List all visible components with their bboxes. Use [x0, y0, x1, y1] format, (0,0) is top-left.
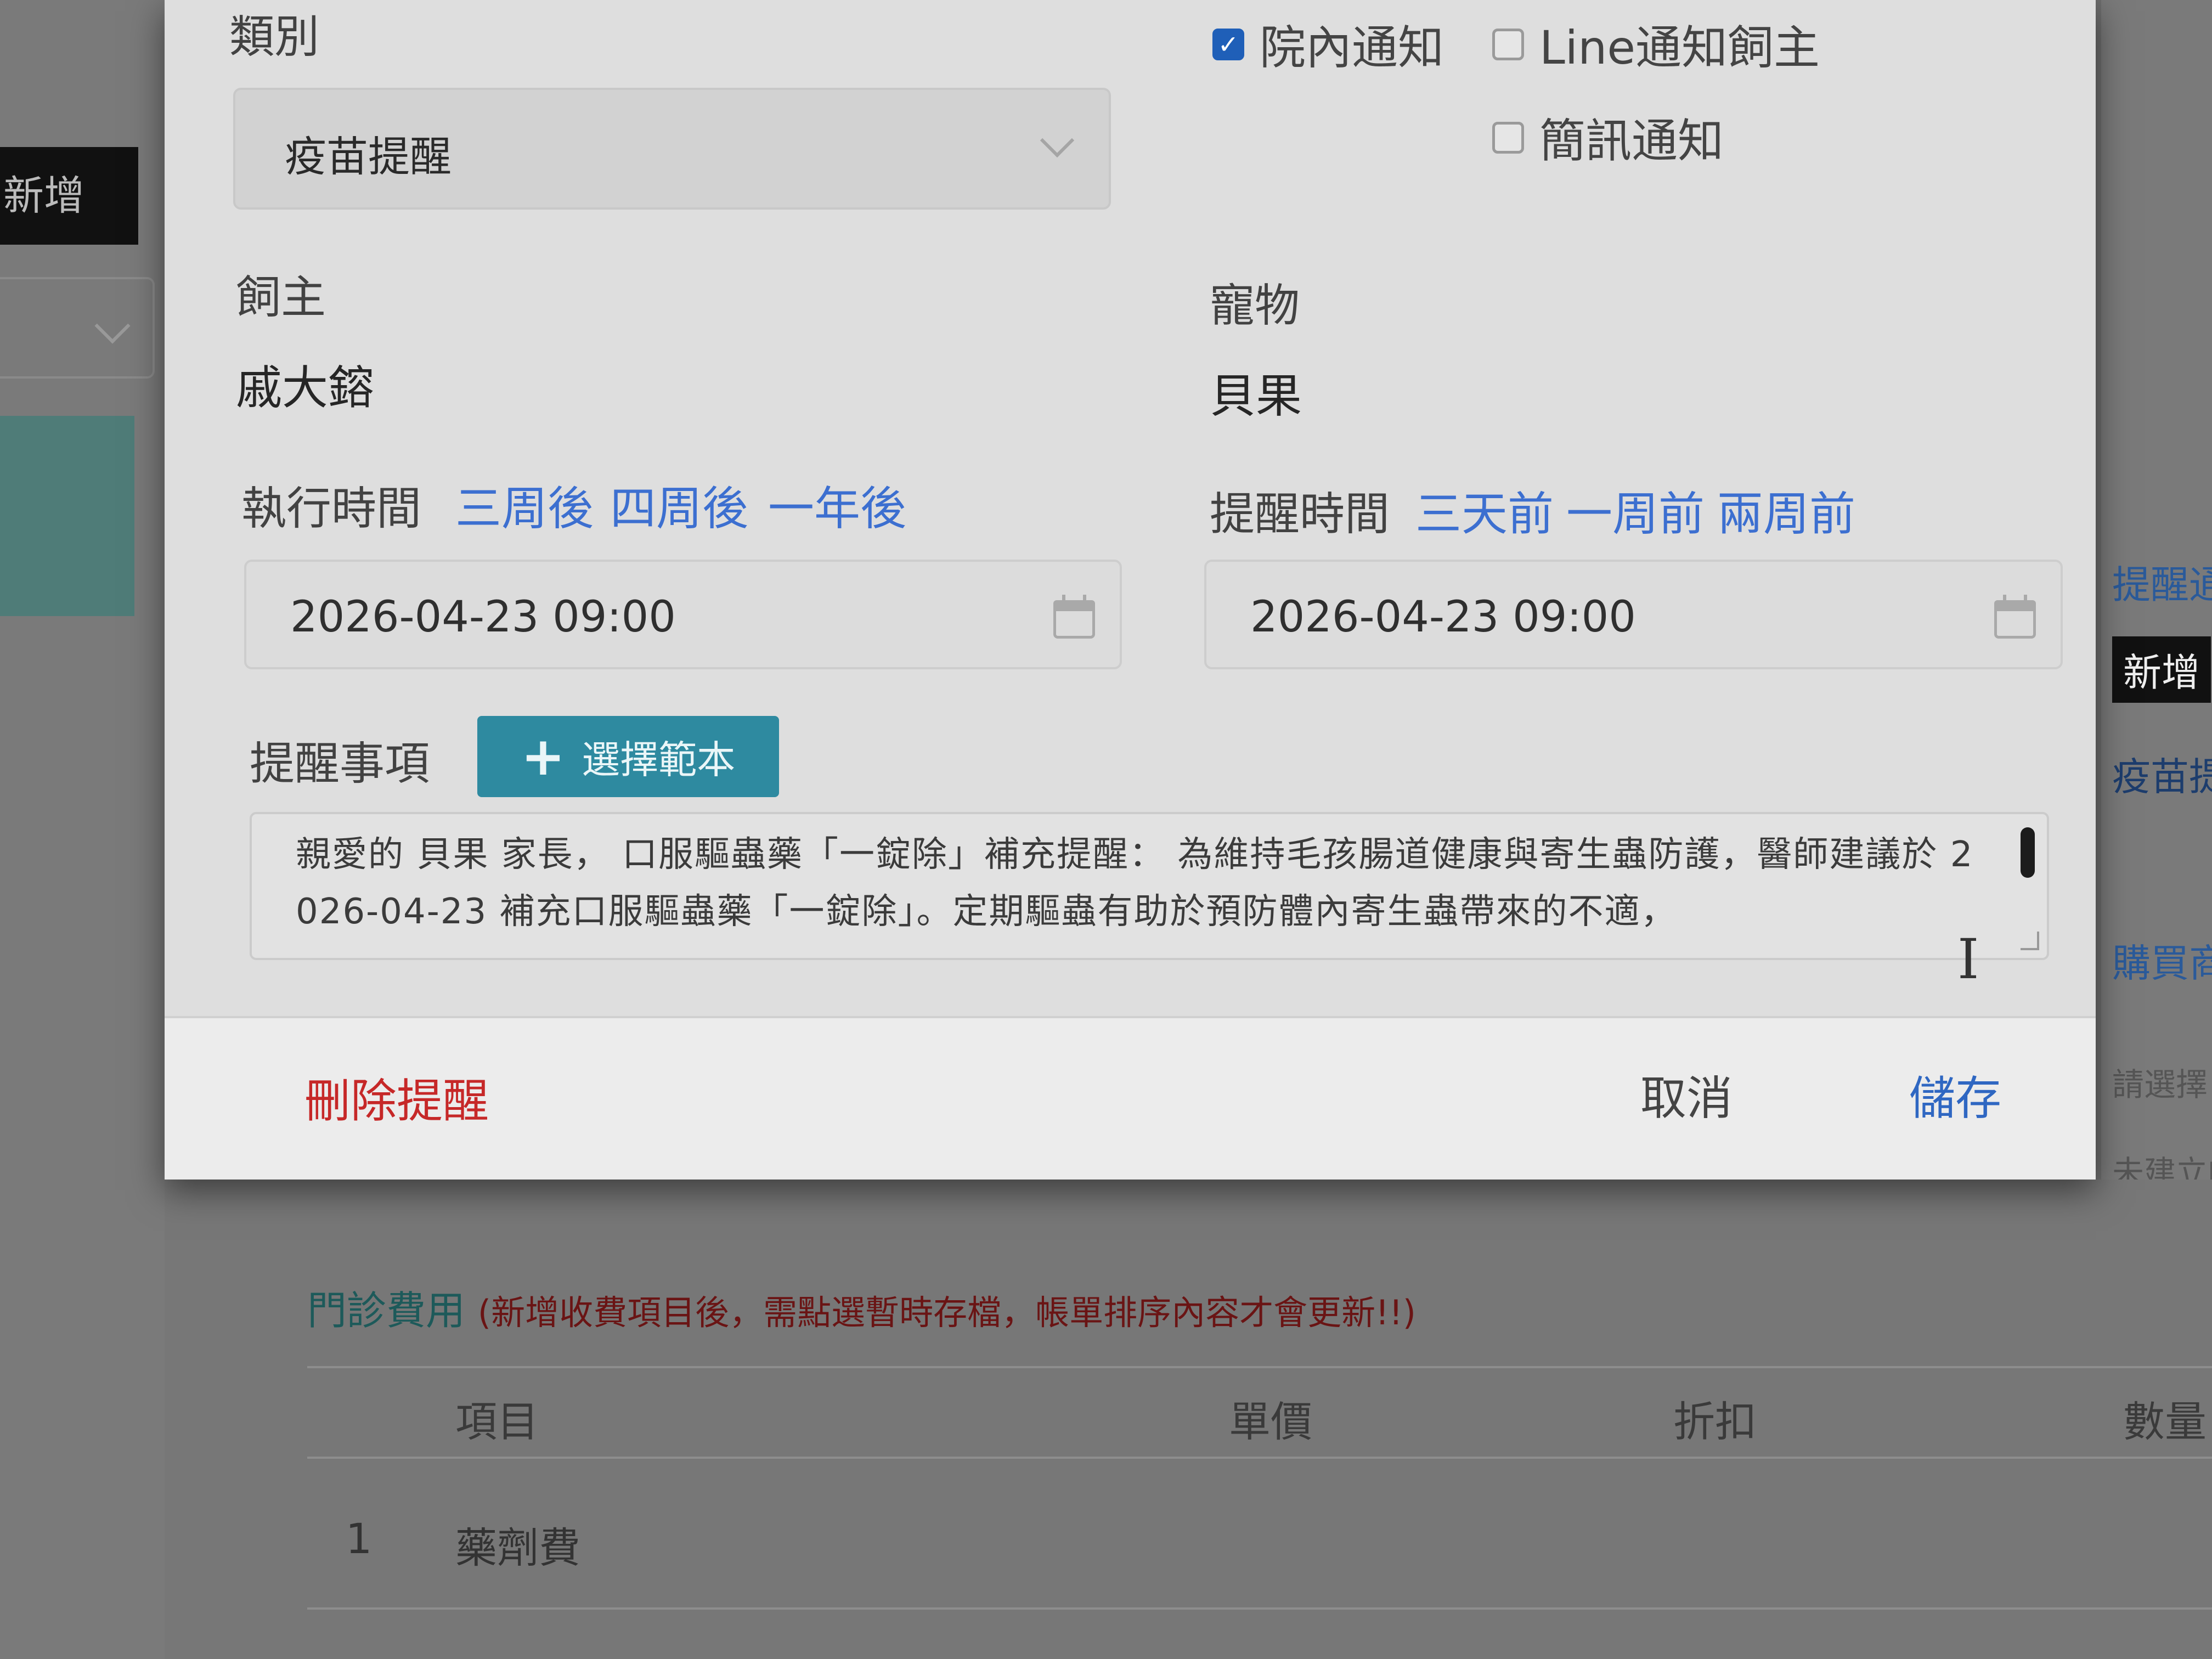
- exec-time-label: 執行時間: [241, 483, 422, 535]
- exec-datetime-input[interactable]: 2026-04-23 09:00: [244, 560, 1122, 669]
- chevron-down-icon: [94, 308, 131, 344]
- table-row-item: 藥劑費: [455, 1523, 580, 1572]
- exec-datetime-value: 2026-04-23 09:00: [290, 592, 676, 642]
- category-select-value: 疫苗提醒: [285, 132, 452, 181]
- text-cursor-icon: I: [1957, 927, 1979, 991]
- remind-quick-2weeks[interactable]: 兩周前: [1717, 477, 1855, 544]
- remind-time-label: 提醒時間: [1210, 488, 1390, 540]
- resize-grip-icon[interactable]: [2021, 932, 2039, 950]
- table-divider: [307, 1607, 2212, 1610]
- calendar-icon[interactable]: [1053, 595, 1095, 639]
- select-template-label: 選擇範本: [582, 737, 736, 782]
- pet-value: 貝果: [1210, 369, 1302, 423]
- background-left-panel: [0, 0, 165, 1659]
- plus-icon: +: [521, 726, 566, 787]
- fees-section-title: 門診費用 (新增收費項目後，需點選暫時存檔，帳單排序內容才會更新!!): [307, 1278, 1416, 1336]
- category-label: 類別: [229, 11, 320, 63]
- background-right-text-4: 購買商品: [2112, 941, 2212, 986]
- line-notify-label: Line通知飼主: [1539, 21, 1820, 75]
- background-right-text-2[interactable]: 新增: [2112, 636, 2211, 703]
- pet-label: 寵物: [1210, 280, 1300, 332]
- select-template-button[interactable]: + 選擇範本: [477, 716, 779, 797]
- category-select[interactable]: 疫苗提醒: [233, 88, 1111, 210]
- remind-quick-3days[interactable]: 三天前: [1415, 477, 1554, 544]
- checkbox-unchecked-icon[interactable]: [1492, 28, 1524, 60]
- cancel-button[interactable]: 取消: [1640, 1062, 1733, 1128]
- remind-quick-1week[interactable]: 一周前: [1566, 477, 1705, 544]
- in-hospital-checkbox[interactable]: ✓ 院內通知: [1212, 11, 1444, 77]
- background-select[interactable]: [0, 277, 155, 379]
- exec-quick-3weeks[interactable]: 三周後: [455, 472, 594, 538]
- notes-label: 提醒事項: [250, 738, 430, 790]
- reminder-modal: 類別 疫苗提醒 ✓ 院內通知 Line通知飼主 簡訊通知 飼主 戚大鎔 寵物 貝…: [165, 0, 2096, 1180]
- table-divider: [307, 1366, 2212, 1368]
- remind-datetime-value: 2026-04-23 09:00: [1250, 592, 1636, 642]
- sms-notify-label: 簡訊通知: [1539, 114, 1724, 168]
- table-header-price: 單價: [1229, 1397, 1312, 1446]
- textarea-scrollbar[interactable]: [2021, 827, 2035, 878]
- table-header-qty: 數量: [2123, 1397, 2207, 1446]
- owner-value: 戚大鎔: [236, 361, 375, 415]
- notes-text[interactable]: 親愛的 貝果 家長， 口服驅蟲藥「一錠除」補充提醒： 為維持毛孩腸道健康與寄生蟲…: [296, 826, 1985, 940]
- table-header-discount: 折扣: [1673, 1397, 1757, 1446]
- save-button[interactable]: 儲存: [1909, 1062, 2001, 1128]
- checkbox-checked-icon[interactable]: ✓: [1212, 28, 1244, 60]
- line-notify-checkbox[interactable]: Line通知飼主: [1492, 11, 1820, 77]
- background-right-text-1: 提醒通知: [2112, 562, 2212, 607]
- background-right-text-3: 疫苗提醒: [2112, 754, 2212, 799]
- checkbox-unchecked-icon[interactable]: [1492, 121, 1524, 154]
- table-header-item: 項目: [455, 1397, 539, 1446]
- table-row-number: 1: [346, 1514, 373, 1563]
- delete-reminder-button[interactable]: 刪除提醒: [304, 1064, 489, 1131]
- in-hospital-label: 院內通知: [1260, 21, 1444, 75]
- notes-textarea[interactable]: 親愛的 貝果 家長， 口服驅蟲藥「一錠除」補充提醒： 為維持毛孩腸道健康與寄生蟲…: [250, 812, 2049, 960]
- calendar-icon[interactable]: [1994, 595, 2036, 639]
- chevron-down-icon: [1040, 123, 1075, 158]
- table-divider: [307, 1457, 2212, 1459]
- fees-title: 門診費用: [307, 1288, 466, 1334]
- background-teal-block: [0, 416, 134, 616]
- owner-label: 飼主: [236, 272, 326, 324]
- background-add-button[interactable]: 新增: [0, 147, 138, 245]
- sms-notify-checkbox[interactable]: 簡訊通知: [1492, 104, 1724, 171]
- exec-quick-4weeks[interactable]: 四周後: [610, 472, 748, 538]
- exec-quick-1year[interactable]: 一年後: [768, 472, 906, 538]
- remind-datetime-input[interactable]: 2026-04-23 09:00: [1204, 560, 2063, 669]
- fees-note: (新增收費項目後，需點選暫時存檔，帳單排序內容才會更新!!): [477, 1293, 1416, 1333]
- background-right-text-5: 請選擇: [2112, 1066, 2208, 1103]
